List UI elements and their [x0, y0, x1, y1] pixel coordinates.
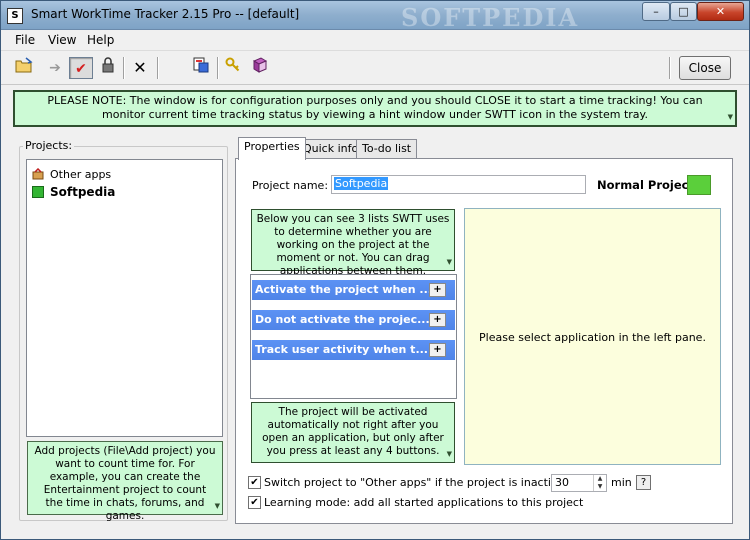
list-track-activity-label: Track user activity when t... — [255, 343, 428, 356]
toolbar-separator — [217, 57, 219, 79]
project-name-value: Softpedia — [334, 177, 389, 190]
project-item-other-apps[interactable]: Other apps — [32, 167, 111, 183]
minutes-unit-label: min — [611, 476, 632, 489]
resize-grip-icon: ▼ — [214, 502, 220, 510]
spin-arrows-icon[interactable]: ▲ ▼ — [593, 475, 606, 491]
open-icon[interactable] — [12, 57, 36, 79]
toolbar-separator — [157, 57, 159, 79]
key-icon[interactable] — [221, 57, 245, 79]
list-track-activity[interactable]: Track user activity when t... + — [252, 340, 455, 360]
toolbar: ➔ ✔ ✕ — [1, 52, 749, 85]
tab-quick-info[interactable]: Quick info — [297, 139, 365, 159]
application-pane[interactable]: Please select application in the left pa… — [464, 208, 721, 465]
app-icon: S — [7, 8, 23, 24]
activation-hint-text: The project will be activated automatica… — [262, 406, 444, 457]
other-apps-icon — [32, 167, 44, 180]
switch-project-checkbox[interactable]: ✔ — [248, 476, 261, 489]
list-do-not-activate[interactable]: Do not activate the projec... + — [252, 310, 455, 330]
minimize-button[interactable]: – — [642, 2, 670, 21]
project-name: Other apps — [50, 168, 112, 181]
maximize-button[interactable]: □ — [670, 2, 697, 21]
project-item-softpedia[interactable]: Softpedia — [32, 184, 115, 200]
switch-project-label: Switch project to "Other apps" if the pr… — [264, 476, 583, 489]
main-window: S Smart WorkTime Tracker 2.15 Pro -- [de… — [0, 0, 750, 540]
project-color-swatch[interactable] — [687, 175, 711, 195]
menu-view[interactable]: View — [48, 33, 76, 47]
application-pane-text: Please select application in the left pa… — [479, 331, 706, 344]
report-icon[interactable] — [189, 57, 213, 79]
arrow-icon[interactable]: ➔ — [43, 57, 67, 79]
expand-do-not-activate-button[interactable]: + — [429, 313, 446, 327]
projects-hint-text: Add projects (File\Add project) you want… — [34, 445, 216, 522]
activation-hint: The project will be activated automatica… — [251, 402, 455, 463]
lists-hint: Below you can see 3 lists SWTT uses to d… — [251, 209, 455, 277]
lock-icon[interactable] — [96, 57, 120, 79]
tab-todo-list[interactable]: To-do list — [356, 139, 418, 159]
menu-help[interactable]: Help — [87, 33, 114, 47]
toolbar-separator — [669, 57, 671, 79]
projects-list[interactable]: Other apps Softpedia — [26, 159, 223, 437]
title-bar[interactable]: S Smart WorkTime Tracker 2.15 Pro -- [de… — [1, 1, 749, 32]
list-do-not-activate-label: Do not activate the projec... — [255, 313, 430, 326]
project-type-label: Normal Project — [597, 178, 694, 192]
lists-hint-text: Below you can see 3 lists SWTT uses to d… — [256, 213, 450, 277]
toolbar-separator — [123, 57, 125, 79]
resize-grip-icon: ▼ — [727, 113, 733, 121]
projects-hint: Add projects (File\Add project) you want… — [27, 441, 223, 522]
expand-track-activity-button[interactable]: + — [429, 343, 446, 357]
project-name-label: Project name: — [252, 179, 329, 192]
resize-grip-icon: ▼ — [446, 450, 452, 458]
expand-activate-button[interactable]: + — [429, 283, 446, 297]
projects-label: Projects: — [23, 139, 75, 152]
checkmark-icon[interactable]: ✔ — [69, 57, 93, 79]
window-close-button[interactable]: ✕ — [697, 2, 744, 21]
book-icon[interactable] — [248, 57, 272, 79]
learning-mode-label: Learning mode: add all started applicati… — [264, 496, 584, 509]
resize-grip-icon: ▼ — [446, 258, 452, 266]
window-title: Smart WorkTime Tracker 2.15 Pro -- [defa… — [31, 7, 300, 21]
close-button[interactable]: Close — [679, 56, 731, 80]
note-text: PLEASE NOTE: The window is for configura… — [47, 94, 703, 121]
watermark: SOFTPEDIA — [401, 3, 580, 32]
project-name-input[interactable]: Softpedia — [331, 175, 586, 194]
menu-bar: File View Help — [1, 30, 749, 51]
tab-properties[interactable]: Properties — [238, 137, 306, 160]
menu-file[interactable]: File — [15, 33, 35, 47]
note-banner: PLEASE NOTE: The window is for configura… — [13, 90, 737, 127]
project-color-icon — [32, 186, 44, 198]
app-lists: Activate the project when ... + Do not a… — [250, 274, 457, 399]
learning-mode-checkbox[interactable]: ✔ — [248, 496, 261, 509]
inactive-minutes-value: 30 — [555, 476, 569, 489]
inactive-minutes-input[interactable]: 30 ▲ ▼ — [551, 474, 607, 492]
help-button[interactable]: ? — [636, 475, 651, 490]
project-name: Softpedia — [50, 185, 116, 199]
list-activate-label: Activate the project when ... — [255, 283, 432, 296]
list-activate[interactable]: Activate the project when ... + — [252, 280, 455, 300]
delete-icon[interactable]: ✕ — [128, 57, 152, 79]
